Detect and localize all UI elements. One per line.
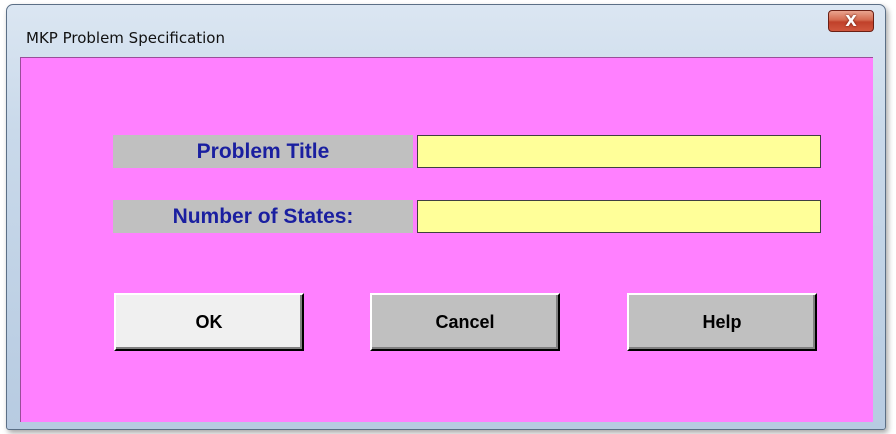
close-icon: X — [845, 11, 857, 30]
problem-title-input[interactable] — [417, 135, 821, 168]
help-button[interactable]: Help — [627, 293, 817, 351]
number-of-states-input[interactable] — [417, 200, 821, 233]
title-bar[interactable]: MKP Problem Specification X — [7, 5, 885, 57]
close-button[interactable]: X — [828, 10, 874, 32]
dialog-window: MKP Problem Specification X Problem Titl… — [6, 4, 886, 430]
dialog-content: Problem Title Number of States: OK Cance… — [20, 57, 873, 422]
problem-title-label: Problem Title — [113, 135, 413, 168]
ok-button[interactable]: OK — [114, 293, 304, 351]
window-title: MKP Problem Specification — [26, 29, 225, 47]
number-of-states-label: Number of States: — [113, 200, 413, 233]
cancel-button[interactable]: Cancel — [370, 293, 560, 351]
